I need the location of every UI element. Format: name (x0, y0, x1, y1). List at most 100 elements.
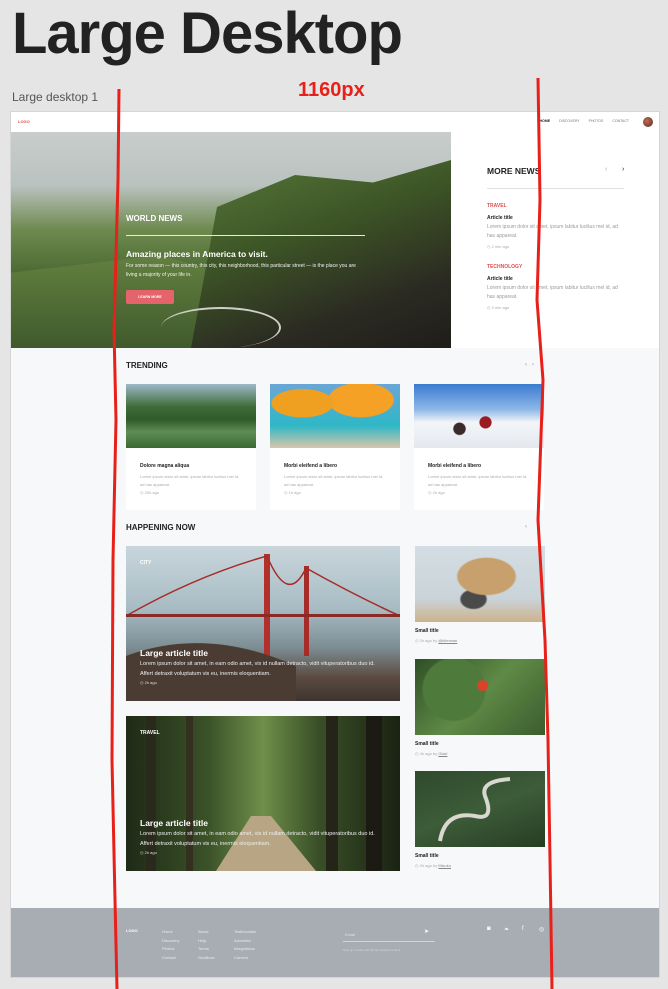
chevron-right-icon[interactable]: › (532, 362, 534, 368)
trending-card[interactable]: Morbi eleifend a libero Lorem ipsum dolo… (270, 384, 400, 510)
hero-road (161, 307, 281, 348)
article-title: Small title (415, 628, 439, 634)
avatar[interactable] (643, 117, 653, 127)
clock-icon: ◷ (415, 638, 419, 643)
news-title[interactable]: Article title (487, 215, 513, 221)
article-title: Small title (415, 741, 439, 747)
card-title: Morbi eleifend a libero (428, 463, 482, 469)
card-text: Lorem ipsum dolor sit amet, ipsum labitu… (284, 474, 384, 487)
news-text: Lorem ipsum dolor sit amet, ipsum labitu… (487, 224, 618, 239)
clock-icon: ◷ (140, 680, 144, 685)
happening-arrows: ‹ (525, 524, 527, 530)
trending-card[interactable]: Dolore magna aliqua Lorem ipsum dolor si… (126, 384, 256, 510)
article-meta-text: 4h ago by (419, 751, 438, 756)
footer-logo[interactable]: LOGO (126, 928, 138, 933)
article-category[interactable]: TRAVEL (140, 730, 160, 736)
clock-icon: ◷ (140, 490, 144, 495)
learn-more-button[interactable]: LEARN MORE (126, 290, 174, 304)
author-link[interactable]: @kiterwan (438, 638, 457, 643)
footer-link[interactable]: Discovery (162, 937, 180, 946)
footer-link[interactable]: Advertise (234, 937, 256, 946)
nav-link-photos[interactable]: PHOTOS (589, 119, 604, 123)
email-field[interactable]: Email (343, 928, 435, 942)
small-article[interactable]: Small title ◷ 4h ago by Glazi (415, 659, 545, 756)
nav-link-contact[interactable]: CONTACT (612, 119, 629, 123)
footer-link[interactable]: Guidlines (198, 954, 215, 963)
more-news-panel: MORE NEWS ‹ › TRAVEL Article title Lorem… (451, 132, 659, 348)
footer-link[interactable]: Contact (162, 954, 180, 963)
large-article[interactable]: TRAVEL Large article title Lorem ipsum d… (126, 716, 400, 871)
happening-title: HAPPENING NOW (126, 523, 196, 532)
chevron-left-icon[interactable]: ‹ (525, 524, 527, 530)
footer-col-2: About Help Terms Guidlines (198, 928, 215, 962)
article-time: ◷ 2h ago (140, 680, 157, 685)
footer-col-1: Home Discovery Photos Contact (162, 928, 180, 962)
footer-link[interactable]: Help (198, 937, 215, 946)
card-image (270, 384, 400, 448)
trending-title: TRENDING (126, 361, 168, 370)
nav-link-home[interactable]: HOME (540, 119, 551, 123)
article-image (415, 659, 545, 735)
nav-links: HOME DISCOVERY PHOTOS CONTACT (540, 119, 629, 123)
card-image (126, 384, 256, 448)
article-time: ◷ 2h ago (140, 850, 157, 855)
hero-text: For some reason — this country, this cit… (126, 263, 356, 278)
large-article[interactable]: CITY Large article title Lorem ipsum dol… (126, 546, 400, 701)
trending-card[interactable]: Morbi eleifend a libero Lorem ipsum dolo… (414, 384, 544, 510)
card-text: Lorem ipsum dolor sit amet, ipsum labitu… (140, 474, 240, 487)
article-text: Lorem ipsum dolor sit amet, in eam odio … (140, 661, 375, 677)
more-news-divider (487, 188, 624, 189)
footer-link[interactable]: Home (162, 928, 180, 937)
author-link[interactable]: Glazi (438, 751, 447, 756)
card-title: Dolore magna aliqua (140, 463, 190, 469)
article-text: Lorem ipsum dolor sit amet, in eam odio … (140, 831, 375, 847)
author-link[interactable]: Misuko (438, 863, 451, 868)
clock-icon: ◷ (140, 850, 144, 855)
news-category[interactable]: TECHNOLOGY (487, 264, 522, 270)
navbar: LOGO HOME DISCOVERY PHOTOS CONTACT (11, 112, 659, 132)
news-time-text: 2 min ago (491, 305, 510, 310)
hero-banner: WORLD NEWS Amazing places in America to … (11, 132, 451, 348)
article-meta: ◷ 4h ago by Glazi (415, 751, 545, 756)
send-icon[interactable]: ➤ (424, 928, 429, 935)
article-time-text: 2h ago (144, 850, 157, 855)
chevron-right-icon[interactable]: › (622, 166, 624, 173)
frame-label: Large desktop 1 (12, 90, 99, 104)
width-annotation: 1160px (298, 79, 365, 101)
article-meta: ◷ 2h ago by Misuko (415, 863, 545, 868)
twitter-icon[interactable]: ❧ (504, 926, 509, 933)
news-time: ◷ 2 min ago (487, 244, 509, 249)
instagram-icon[interactable]: ◙ (487, 926, 491, 932)
clock-icon: ◷ (487, 244, 491, 249)
article-image (415, 771, 545, 847)
footer: LOGO Home Discovery Photos Contact About… (11, 908, 659, 977)
page-heading: Large Desktop (12, 1, 403, 66)
more-news-title: MORE NEWS (487, 166, 541, 176)
card-title: Morbi eleifend a libero (284, 463, 338, 469)
article-category[interactable]: CITY (140, 560, 151, 566)
small-article[interactable]: Small title ◷ 2h ago by Misuko (415, 771, 545, 868)
dribbble-icon[interactable]: ◎ (539, 926, 544, 933)
news-category[interactable]: TRAVEL (487, 203, 507, 209)
footer-link[interactable]: Terms (198, 945, 215, 954)
footer-link[interactable]: Photos (162, 945, 180, 954)
footer-link[interactable]: Careers (234, 954, 256, 963)
nav-link-discovery[interactable]: DISCOVERY (559, 119, 580, 123)
chevron-left-icon[interactable]: ‹ (525, 362, 527, 368)
card-image (414, 384, 544, 448)
small-article[interactable]: Small title ◷ 2h ago by @kiterwan (415, 546, 545, 643)
article-title: Large article title (140, 648, 209, 658)
nav-logo[interactable]: LOGO (18, 119, 30, 124)
footer-link[interactable]: Integrations (234, 945, 256, 954)
card-time-text: 20h ago (144, 490, 160, 495)
news-text: Lorem ipsum dolor sit amet, ipsum labitu… (487, 285, 618, 300)
footer-link[interactable]: Testimonials (234, 928, 256, 937)
footer-col-3: Testimonials Advertise Integrations Care… (234, 928, 256, 962)
chevron-left-icon[interactable]: ‹ (605, 166, 607, 173)
footer-link[interactable]: About (198, 928, 215, 937)
news-title[interactable]: Article title (487, 276, 513, 282)
article-title: Large article title (140, 818, 209, 828)
article-time-text: 2h ago (144, 680, 157, 685)
facebook-icon[interactable]: f (522, 926, 524, 932)
article-title: Small title (415, 853, 439, 859)
